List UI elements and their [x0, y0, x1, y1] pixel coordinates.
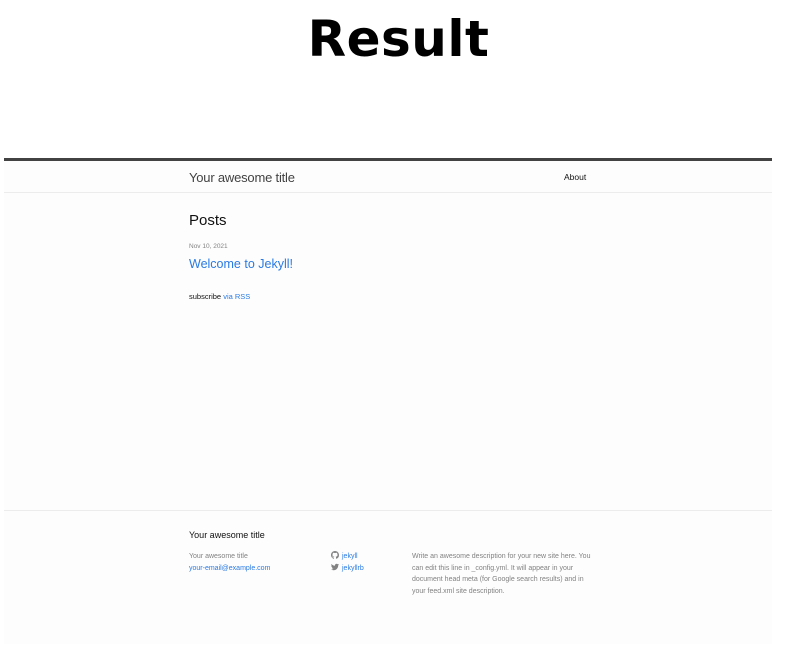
post-title-link[interactable]: Welcome to Jekyll! [189, 257, 293, 271]
site-title-link[interactable]: Your awesome title [189, 170, 295, 185]
twitter-icon [331, 563, 339, 571]
footer-description: Write an awesome description for your ne… [412, 553, 591, 595]
site-header: Your awesome title About [4, 161, 772, 193]
footer-description-column: Write an awesome description for your ne… [412, 551, 592, 597]
result-heading: Result [307, 10, 490, 68]
post-date: Nov 10, 2021 [189, 243, 228, 250]
subscribe-label: subscribe [189, 292, 222, 301]
browser-page-frame: Your awesome title About Posts Nov 10, 2… [4, 158, 772, 644]
footer-social-column: jekyll jekyllrb [331, 551, 364, 575]
github-icon [331, 551, 339, 559]
social-label-twitter: jekyllrb [342, 565, 364, 572]
social-link-github[interactable]: jekyll [331, 551, 364, 563]
social-label-github: jekyll [342, 553, 358, 560]
social-link-twitter[interactable]: jekyllrb [331, 563, 364, 575]
footer-heading: Your awesome title [189, 530, 265, 540]
footer-contact-column: Your awesome title your-email@example.co… [189, 551, 270, 574]
footer-contact-name: Your awesome title [189, 553, 248, 560]
subscribe-line: subscribe via RSS [189, 292, 250, 301]
nav-link-about[interactable]: About [564, 172, 586, 182]
site-footer: Your awesome title Your awesome title yo… [4, 510, 772, 644]
footer-email-link[interactable]: your-email@example.com [189, 563, 270, 575]
posts-heading: Posts [189, 212, 227, 229]
rss-link[interactable]: via RSS [223, 292, 250, 301]
